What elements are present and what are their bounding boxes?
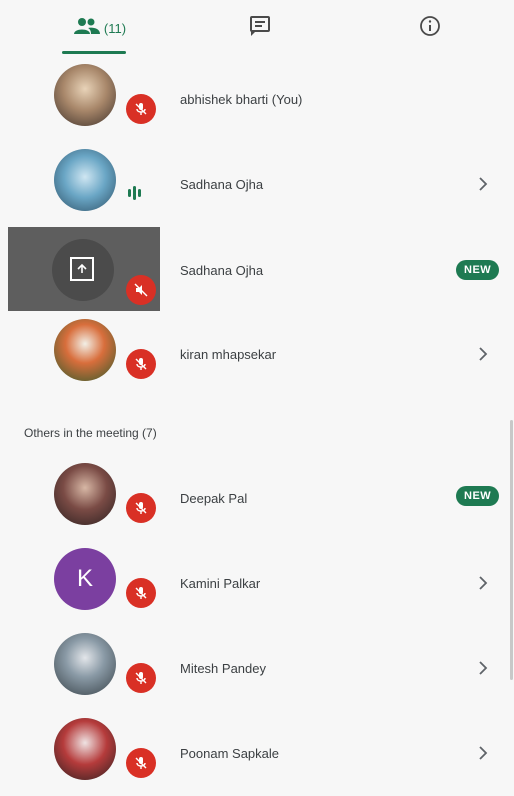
participant-name: Deepak Pal	[180, 490, 248, 506]
participant-row[interactable]: abhishek bharti (You)	[0, 56, 514, 142]
avatar	[54, 149, 116, 211]
avatar	[54, 319, 116, 381]
mic-off-icon	[126, 493, 156, 523]
participant-name: Sadhana Ojha	[180, 176, 264, 192]
participant-name: Sadhana Ojha	[180, 262, 264, 278]
tab-chat[interactable]	[230, 0, 290, 56]
participant-row[interactable]: K Kamini Palkar	[0, 540, 514, 626]
participant-row[interactable]: kiran mhapsekar	[0, 311, 514, 397]
info-icon	[419, 15, 441, 42]
avatar	[54, 718, 116, 780]
chevron-right-icon[interactable]	[478, 311, 488, 397]
people-icon	[73, 17, 100, 40]
scrollbar[interactable]	[510, 420, 513, 680]
participant-row[interactable]: Mitesh Pandey	[0, 625, 514, 711]
avatar	[54, 633, 116, 695]
mic-off-icon	[126, 748, 156, 778]
participant-name: Poonam Sapkale	[180, 745, 280, 761]
chat-icon	[249, 15, 271, 42]
chevron-right-icon[interactable]	[478, 625, 488, 711]
active-tab-indicator	[62, 51, 126, 54]
tab-people[interactable]: (11)	[40, 0, 160, 56]
participant-name: Kamini Palkar	[180, 575, 261, 591]
new-badge: NEW	[456, 486, 500, 506]
new-badge: NEW	[456, 260, 500, 280]
panel-tabs: (11)	[0, 0, 514, 56]
chevron-right-icon[interactable]	[478, 710, 488, 796]
avatar	[54, 64, 116, 126]
mic-off-icon	[126, 94, 156, 124]
participant-row[interactable]: Deepak Pal NEW	[0, 455, 514, 541]
chevron-right-icon[interactable]	[478, 540, 488, 626]
participant-row[interactable]: Sadhana Ojha NEW	[0, 227, 514, 313]
chevron-right-icon[interactable]	[478, 141, 488, 227]
participant-name: abhishek bharti (You)	[180, 91, 303, 107]
participant-name: Mitesh Pandey	[180, 660, 266, 676]
speaking-indicator-icon	[128, 186, 141, 200]
mic-off-icon	[126, 663, 156, 693]
others-heading: Others in the meeting (7)	[24, 426, 157, 440]
avatar: K	[54, 548, 116, 610]
mic-off-icon	[126, 349, 156, 379]
participant-row[interactable]: Sadhana Ojha	[0, 141, 514, 227]
people-count: (11)	[103, 20, 127, 36]
participant-row[interactable]: Poonam Sapkale	[0, 710, 514, 796]
mic-off-icon	[126, 578, 156, 608]
tab-info[interactable]	[400, 0, 460, 56]
participant-name: kiran mhapsekar	[180, 346, 277, 362]
avatar	[54, 463, 116, 525]
